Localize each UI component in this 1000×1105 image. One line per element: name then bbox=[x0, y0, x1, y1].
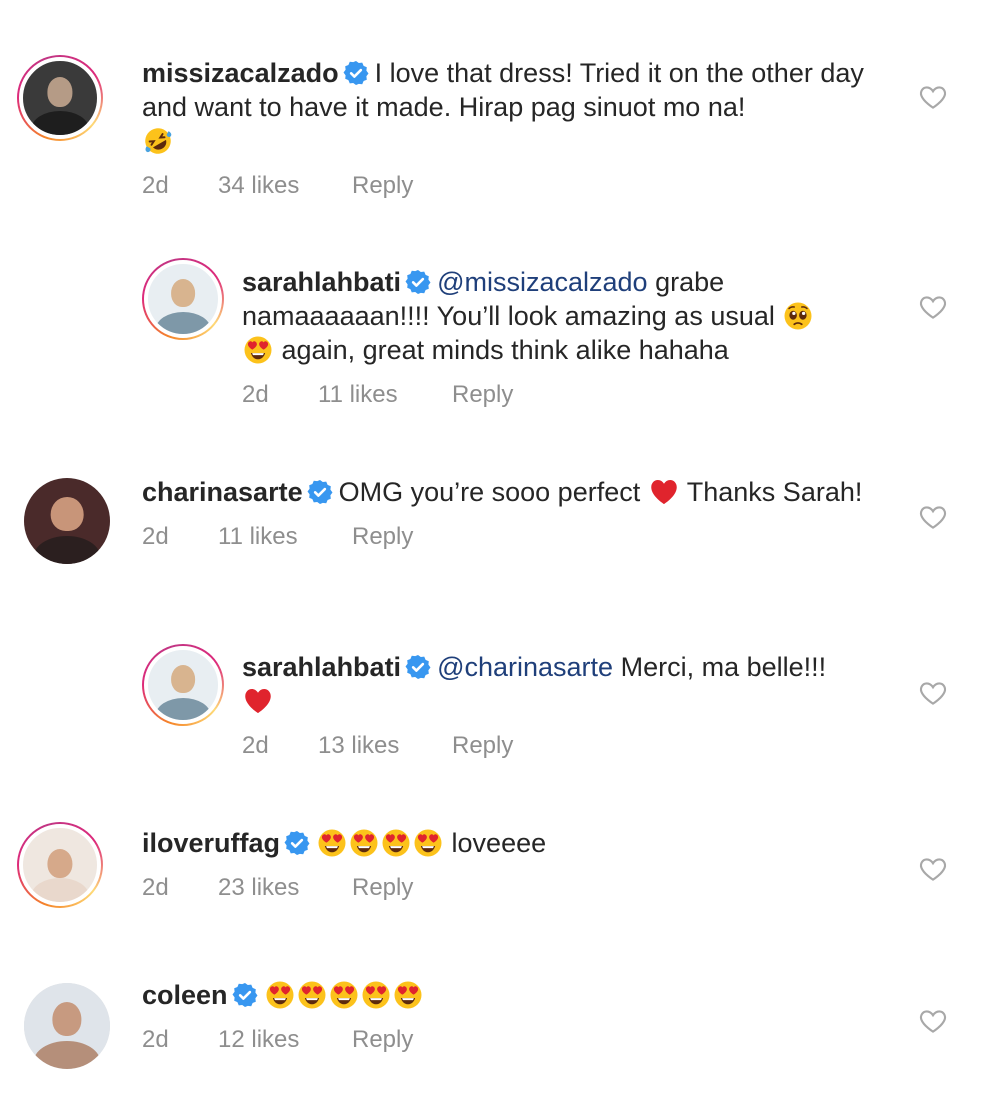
heart-eyes-emoji bbox=[317, 828, 347, 858]
avatar[interactable] bbox=[17, 822, 103, 908]
reply-button[interactable]: Reply bbox=[452, 732, 513, 760]
heart-eyes-emoji bbox=[381, 828, 411, 858]
comment-body-continued: Thanks Sarah! bbox=[686, 477, 863, 507]
reply-button[interactable]: Reply bbox=[352, 874, 413, 902]
comment-likes[interactable]: 11 likes bbox=[318, 381, 452, 409]
avatar[interactable] bbox=[142, 258, 224, 340]
comment-username[interactable]: missizacalzado bbox=[142, 58, 339, 88]
reply-button[interactable]: Reply bbox=[352, 523, 413, 551]
comment-meta: 2d 34 likes Reply bbox=[142, 172, 902, 200]
comment-time[interactable]: 2d bbox=[242, 381, 318, 409]
comment-body: Merci, ma belle!!! bbox=[620, 652, 827, 682]
mention-link[interactable]: @charinasarte bbox=[437, 652, 613, 682]
reply-button[interactable]: Reply bbox=[352, 1026, 413, 1054]
heart-eyes-emoji bbox=[265, 980, 295, 1010]
heart-eyes-emoji bbox=[297, 980, 327, 1010]
comment-text: iloveruffag loveeee bbox=[142, 826, 902, 860]
comment-time[interactable]: 2d bbox=[242, 732, 318, 760]
comment-meta: 2d 13 likes Reply bbox=[242, 732, 892, 760]
comment-meta: 2d 12 likes Reply bbox=[142, 1026, 902, 1054]
heart-eyes-emoji bbox=[349, 828, 379, 858]
avatar[interactable] bbox=[17, 55, 103, 141]
verified-badge-icon bbox=[284, 830, 310, 856]
comment-likes[interactable]: 13 likes bbox=[318, 732, 452, 760]
comment-time[interactable]: 2d bbox=[142, 523, 218, 551]
red-heart-emoji bbox=[243, 686, 273, 716]
comment-time[interactable]: 2d bbox=[142, 1026, 218, 1054]
comment-likes[interactable]: 34 likes bbox=[218, 172, 352, 200]
verified-badge-icon bbox=[232, 982, 258, 1008]
comment-username[interactable]: iloveruffag bbox=[142, 828, 280, 858]
verified-badge-icon bbox=[343, 60, 369, 86]
comment-text: sarahlahbati @charinasarte Merci, ma bell… bbox=[242, 650, 892, 718]
comment-body: OMG you’re sooo perfect bbox=[338, 477, 641, 507]
heart-outline-icon[interactable] bbox=[918, 502, 948, 532]
comment-body: loveeee bbox=[451, 828, 547, 858]
verified-badge-icon bbox=[405, 654, 431, 680]
comment-likes[interactable]: 11 likes bbox=[218, 523, 352, 551]
heart-eyes-emoji bbox=[393, 980, 423, 1010]
pleading-emoji bbox=[783, 301, 813, 331]
verified-badge-icon bbox=[307, 479, 333, 505]
heart-outline-icon[interactable] bbox=[918, 854, 948, 884]
comment-text: charinasarte OMG you’re sooo perfect Than… bbox=[142, 475, 902, 509]
rofl-emoji bbox=[143, 126, 173, 156]
reply-button[interactable]: Reply bbox=[452, 381, 513, 409]
comment-likes[interactable]: 12 likes bbox=[218, 1026, 352, 1054]
comment-meta: 2d 11 likes Reply bbox=[242, 381, 882, 409]
comment-meta: 2d 23 likes Reply bbox=[142, 874, 902, 902]
avatar[interactable] bbox=[24, 478, 110, 564]
heart-outline-icon[interactable] bbox=[918, 82, 948, 112]
heart-eyes-emoji bbox=[329, 980, 359, 1010]
heart-eyes-emoji bbox=[413, 828, 443, 858]
heart-eyes-emoji bbox=[243, 335, 273, 365]
comment-text: missizacalzado I love that dress! Tried i… bbox=[142, 56, 902, 158]
heart-outline-icon[interactable] bbox=[918, 1006, 948, 1036]
comment-username[interactable]: sarahlahbati bbox=[242, 267, 401, 297]
reply-button[interactable]: Reply bbox=[352, 172, 413, 200]
comment-username[interactable]: charinasarte bbox=[142, 477, 303, 507]
avatar[interactable] bbox=[24, 983, 110, 1069]
comment-username[interactable]: sarahlahbati bbox=[242, 652, 401, 682]
heart-outline-icon[interactable] bbox=[918, 678, 948, 708]
mention-link[interactable]: @missizacalzado bbox=[437, 267, 647, 297]
comment-time[interactable]: 2d bbox=[142, 874, 218, 902]
comment-text: sarahlahbati @missizacalzado grabe namaaa… bbox=[242, 265, 882, 367]
verified-badge-icon bbox=[405, 269, 431, 295]
avatar[interactable] bbox=[142, 644, 224, 726]
comment-likes[interactable]: 23 likes bbox=[218, 874, 352, 902]
comment-meta: 2d 11 likes Reply bbox=[142, 523, 902, 551]
red-heart-emoji bbox=[649, 477, 679, 507]
comment-time[interactable]: 2d bbox=[142, 172, 218, 200]
heart-eyes-emoji bbox=[361, 980, 391, 1010]
comment-text: coleen bbox=[142, 978, 902, 1012]
heart-outline-icon[interactable] bbox=[918, 292, 948, 322]
comment-body-continued: again, great minds think alike hahaha bbox=[281, 335, 729, 365]
comment-username[interactable]: coleen bbox=[142, 980, 228, 1010]
